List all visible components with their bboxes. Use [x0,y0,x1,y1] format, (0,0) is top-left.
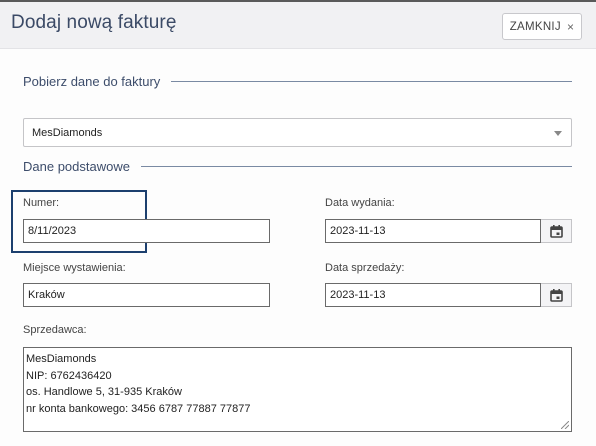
dialog-header: Dodaj nową fakturę ZAMKNIJ × [0,2,596,49]
section-fetch-title: Pobierz dane do faktury [23,73,161,89]
issue-date-input[interactable]: 2023-11-13 [325,219,541,243]
section-divider [140,165,572,167]
chevron-down-icon [554,131,562,136]
sale-date-calendar-button[interactable] [541,283,572,307]
section-divider [171,80,572,82]
resize-handle-icon[interactable] [561,421,569,429]
issue-date-label: Data wydania: [325,197,395,209]
seller-line: MesDiamonds [26,353,97,365]
company-select-value: MesDiamonds [32,126,103,139]
seller-textarea[interactable]: MesDiamonds NIP: 6762436420 os. Handlowe… [23,347,572,432]
section-basic: Dane podstawowe [23,157,572,175]
close-icon: × [566,19,575,34]
place-label: Miejsce wystawienia: [23,262,126,274]
place-input[interactable]: Kraków [23,283,270,307]
issue-date-calendar-button[interactable] [541,219,572,243]
company-select[interactable]: MesDiamonds [23,118,572,147]
number-label: Numer: [23,197,60,209]
section-fetch: Pobierz dane do faktury [23,72,572,90]
close-button-label: ZAMKNIJ [509,20,561,33]
seller-label: Sprzedawca: [23,324,87,336]
dialog-title: Dodaj nową fakturę [11,12,177,33]
calendar-icon [549,288,563,302]
number-input[interactable]: 8/11/2023 [23,219,270,243]
seller-line: os. Handlowe 5, 31-935 Kraków [26,386,182,398]
section-basic-title: Dane podstawowe [23,158,130,174]
sale-date-label: Data sprzedaży: [325,262,405,274]
calendar-icon [549,224,563,238]
seller-line: NIP: 6762436420 [26,369,112,382]
close-button[interactable]: ZAMKNIJ × [502,13,582,40]
sale-date-input[interactable]: 2023-11-13 [325,283,541,307]
seller-line: nr konta bankowego: 3456 6787 77887 7787… [26,402,251,415]
